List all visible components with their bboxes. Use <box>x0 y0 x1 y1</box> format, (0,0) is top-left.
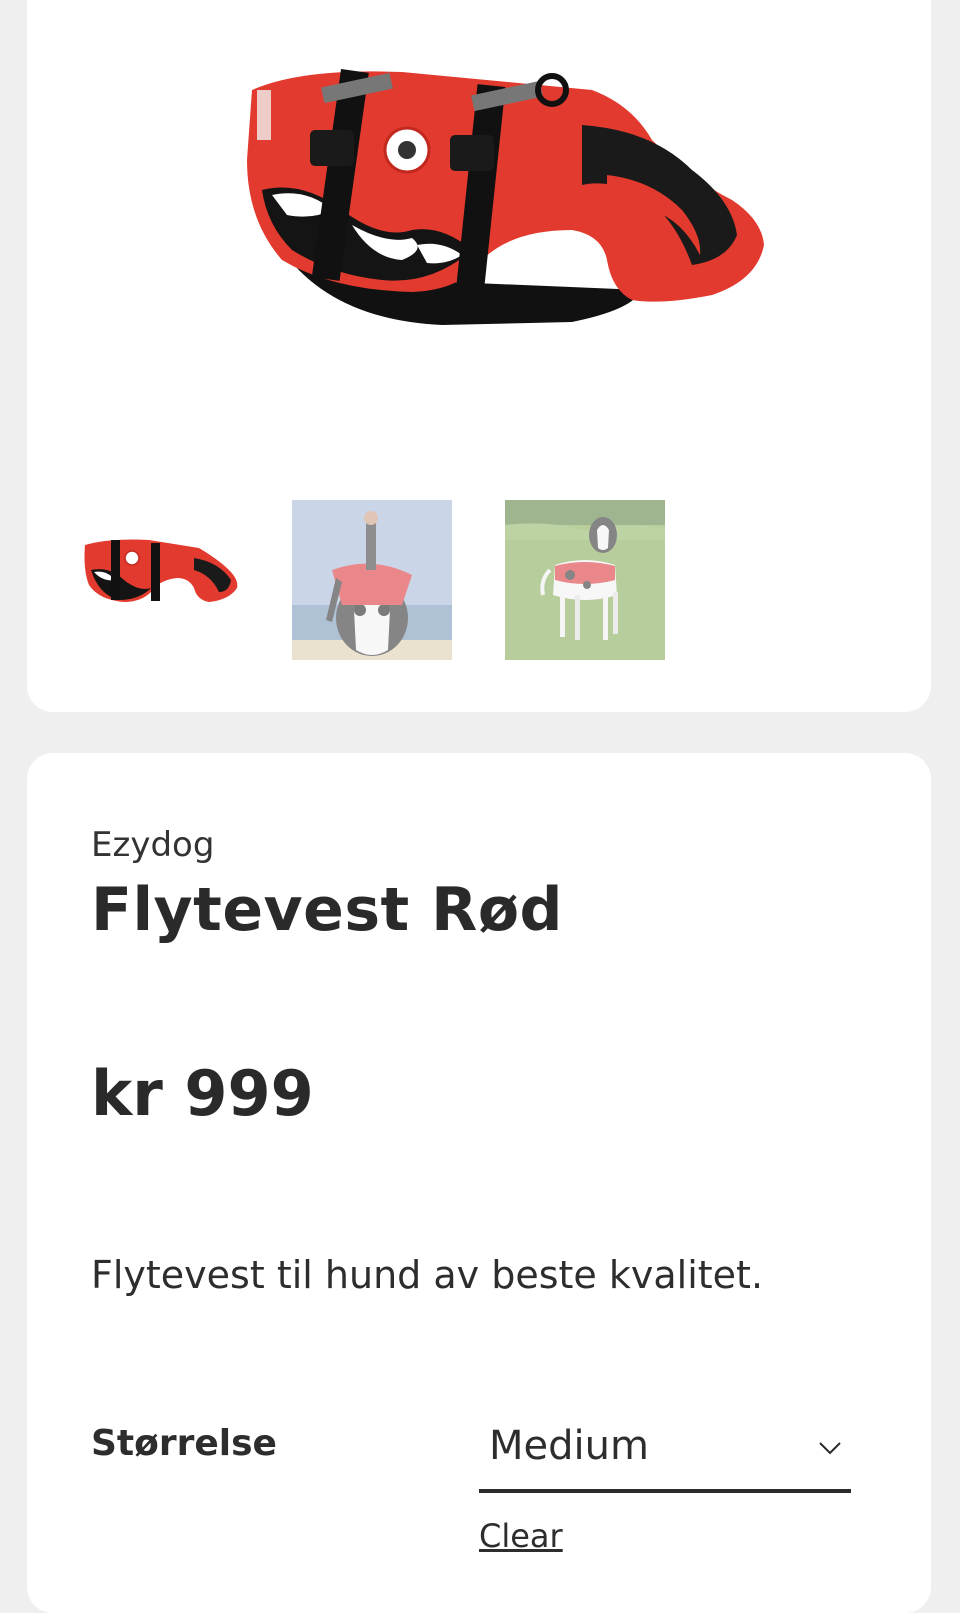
size-selected-value: Medium <box>489 1423 649 1469</box>
thumbnail-dog-grass[interactable] <box>505 500 665 660</box>
thumbnail-life-vest[interactable] <box>79 500 239 660</box>
product-title: Flytevest Rød <box>91 875 563 945</box>
product-price: kr 999 <box>91 1057 314 1130</box>
product-description: Flytevest til hund av beste kvalitet. <box>91 1253 764 1297</box>
thumbnail-dog-paddleboard[interactable] <box>292 500 452 660</box>
size-label: Størrelse <box>91 1423 277 1464</box>
product-main-image <box>247 69 764 325</box>
product-info: Ezydog Flytevest Rød kr 999 Flytevest ti… <box>27 753 931 1613</box>
size-select[interactable]: Medium <box>479 1407 851 1493</box>
product-brand[interactable]: Ezydog <box>91 825 214 865</box>
chevron-down-icon <box>819 1442 841 1455</box>
product-gallery <box>27 0 931 712</box>
clear-selection-link[interactable]: Clear <box>479 1517 563 1555</box>
